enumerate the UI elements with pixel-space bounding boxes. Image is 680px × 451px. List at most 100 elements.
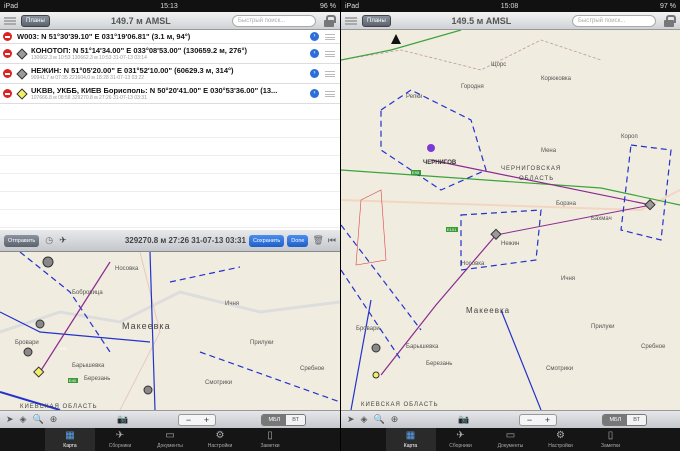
map-toolbar: ➤ ◈ 🔍 ⊕ 📷 − + МБЛ ВТ	[341, 410, 680, 428]
details-icon[interactable]: ›	[310, 69, 319, 78]
zoom-out-button[interactable]: −	[179, 415, 197, 425]
tab-map[interactable]: ▦ Карта	[385, 428, 436, 451]
waypoint-title: W003: N 51°30'39.10" E 031°19'06.81" (3.…	[17, 32, 191, 41]
tab-collections[interactable]: ✈ Сборники	[95, 428, 145, 451]
plans-button[interactable]: Планы	[21, 14, 50, 27]
map-label: Щорс	[491, 62, 506, 68]
waypoint-row[interactable]: НЕЖИН: N 51°05'20.00" E 031°52'10.00" (6…	[0, 64, 340, 84]
route-summary: 329270.8 м 27:26 31-07-13 03:31	[124, 236, 246, 245]
map-label: Бровари	[356, 326, 380, 332]
road-label: E95	[412, 170, 420, 175]
aircraft-icon	[391, 34, 401, 44]
search-input[interactable]: Быстрый поиск...	[232, 14, 316, 27]
plans-button[interactable]: Планы	[362, 14, 391, 27]
layers-icon[interactable]: ◈	[20, 414, 27, 425]
waypoint-title: КОНОТОП: N 51°14'34.00" E 033°08'53.00" …	[31, 46, 247, 55]
nav-bar: Планы 149.7 м AMSL Быстрый поиск...	[0, 12, 340, 30]
delete-icon[interactable]	[3, 32, 12, 41]
menu-icon[interactable]	[4, 16, 16, 25]
delete-icon[interactable]	[3, 49, 12, 58]
tab-documents[interactable]: ▭ Документы	[145, 428, 195, 451]
tab-map[interactable]: ▦ Карта	[45, 428, 95, 451]
trash-icon[interactable]: 🗑	[312, 235, 323, 246]
reorder-handle[interactable]	[325, 33, 335, 40]
route-toolbar: Отправить ◷ ✈ 329270.8 м 27:26 31-07-13 …	[0, 230, 340, 252]
map-label: Барышевка	[406, 344, 439, 350]
lock-icon[interactable]	[324, 14, 336, 27]
save-button[interactable]: Сохранить	[248, 234, 285, 247]
mode-vt-button[interactable]: ВТ	[627, 414, 646, 425]
map-label: Барышевка	[72, 363, 105, 369]
map-label: Березань	[84, 376, 110, 382]
search-icon[interactable]: 🔍	[32, 414, 43, 425]
location-arrow-icon[interactable]: ➤	[347, 414, 355, 425]
done-button[interactable]: Done	[287, 234, 309, 247]
map-view[interactable]: E40 Носовка Бобровица Ичня Макеевка Прил…	[0, 252, 340, 410]
waypoint-list: W003: N 51°30'39.10" E 031°19'06.81" (3.…	[0, 30, 340, 230]
compass-icon[interactable]: ⊕	[391, 414, 399, 425]
map-label: Нежин	[501, 241, 519, 247]
waypoint-subtitle: 130662.3 м 10:53 130662.3 м 10:53 31-07-…	[31, 55, 147, 61]
tab-label: Документы	[497, 443, 524, 449]
camera-icon[interactable]: 📷	[117, 414, 128, 425]
road-label: E95	[60, 346, 68, 351]
search-input[interactable]: Быстрый поиск...	[572, 14, 656, 27]
map-icon: ▦	[405, 430, 416, 441]
reorder-handle[interactable]	[325, 50, 335, 57]
tab-settings[interactable]: ⚙ Настройки	[195, 428, 245, 451]
road-label: E40	[69, 378, 77, 383]
delete-icon[interactable]	[3, 89, 12, 98]
tab-documents[interactable]: ▭ Документы	[486, 428, 536, 451]
airplane-icon[interactable]: ✈	[59, 235, 67, 246]
waypoint-title: UKBB, УКББ, КИЕВ Борисполь: N 50°20'41.0…	[31, 86, 278, 95]
map-label: ЧЕРНИГОВ	[423, 160, 457, 166]
mode-mbl-button[interactable]: МБЛ	[262, 414, 287, 425]
right-screen: iPad 15:08 97 % Планы 149.5 м AMSL Быстр…	[341, 0, 680, 451]
tab-settings[interactable]: ⚙ Настройки	[536, 428, 586, 451]
tray-icon: ▭	[165, 430, 175, 441]
zoom-in-button[interactable]: +	[538, 415, 556, 425]
layers-icon[interactable]: ◈	[361, 414, 368, 425]
search-icon[interactable]: 🔍	[373, 414, 384, 425]
status-bar: iPad 15:08 97 %	[341, 0, 680, 12]
tab-collections[interactable]: ✈ Сборники	[436, 428, 486, 451]
map-label: Бровари	[15, 340, 39, 346]
compass-icon[interactable]: ⊕	[50, 414, 58, 425]
map-view[interactable]: E95 E101 Щорс Корюковка Репки Городня Ме…	[341, 30, 680, 410]
clock: 15:08	[500, 2, 519, 10]
map-label: Городня	[461, 84, 484, 90]
unlock-icon[interactable]	[664, 14, 676, 27]
send-button[interactable]: Отправить	[4, 234, 40, 247]
tab-label: Сборники	[108, 443, 132, 449]
gear-icon: ⚙	[556, 430, 565, 441]
clock-icon[interactable]: ◷	[45, 235, 53, 246]
tab-notes[interactable]: ▯ Заметки	[245, 428, 295, 451]
waypoint-diamond-icon	[16, 87, 28, 100]
camera-icon[interactable]: 📷	[458, 414, 469, 425]
rewind-icon[interactable]: ⏮	[328, 235, 336, 246]
waypoint-row[interactable]: UKBB, УКББ, КИЕВ Борисполь: N 50°20'41.0…	[0, 84, 340, 104]
waypoint-row[interactable]: КОНОТОП: N 51°14'34.00" E 033°08'53.00" …	[0, 44, 340, 64]
location-arrow-icon[interactable]: ➤	[6, 414, 14, 425]
battery: 96 %	[320, 2, 336, 10]
map-label: Корюковка	[541, 76, 572, 82]
details-icon[interactable]: ›	[310, 89, 319, 98]
map-canvas[interactable]: E95 E101 Щорс Корюковка Репки Городня Ме…	[341, 30, 680, 410]
reorder-handle[interactable]	[325, 90, 335, 97]
map-canvas[interactable]: E40 Носовка Бобровица Ичня Макеевка Прил…	[0, 252, 340, 410]
tab-notes[interactable]: ▯ Заметки	[586, 428, 636, 451]
tab-label: Сборники	[449, 443, 472, 449]
details-icon[interactable]: ›	[310, 32, 319, 41]
menu-icon[interactable]	[345, 16, 357, 25]
mode-vt-button[interactable]: ВТ	[286, 414, 305, 425]
map-label: Смотрики	[205, 380, 232, 386]
reorder-handle[interactable]	[325, 70, 335, 77]
delete-icon[interactable]	[3, 69, 12, 78]
zoom-out-button[interactable]: −	[520, 415, 538, 425]
details-icon[interactable]: ›	[310, 49, 319, 58]
map-label: Ичня	[225, 301, 239, 307]
mode-mbl-button[interactable]: МБЛ	[603, 414, 628, 425]
zoom-in-button[interactable]: +	[197, 415, 215, 425]
map-label: Носовка	[461, 261, 485, 267]
waypoint-row[interactable]: W003: N 51°30'39.10" E 031°19'06.81" (3.…	[0, 30, 340, 44]
